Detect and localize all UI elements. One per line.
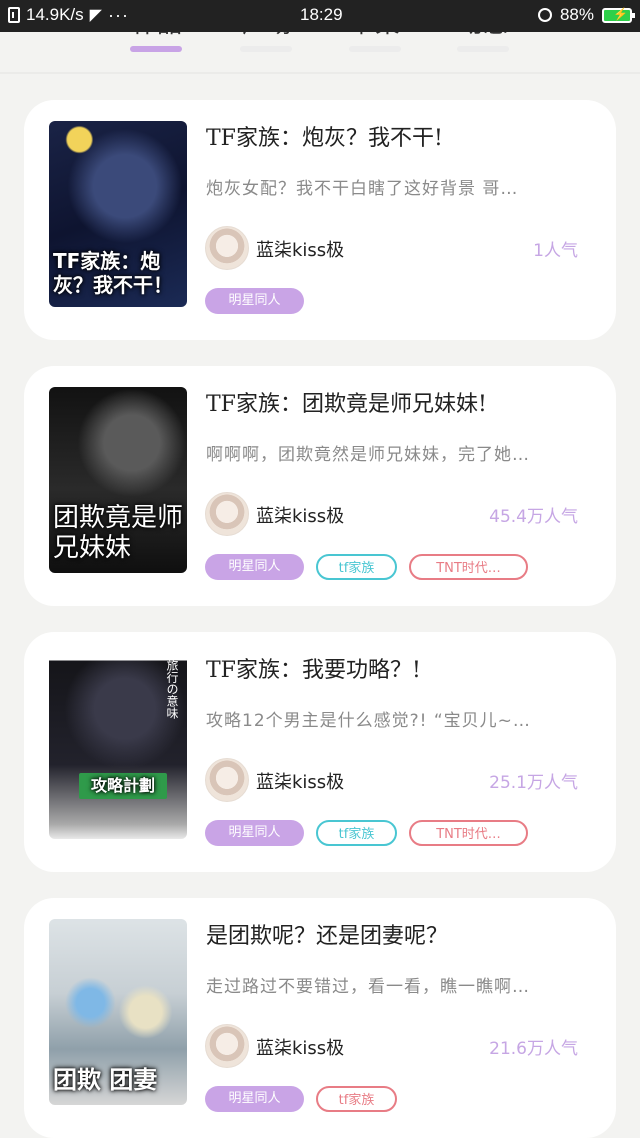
author-avatar[interactable] xyxy=(205,758,249,802)
tab-indicator xyxy=(457,46,509,52)
tag-list: 明星同人 tf家族 TNT时代… xyxy=(205,554,528,580)
author-name[interactable]: 蓝柒kiss极 xyxy=(256,236,344,262)
book-description: 啊啊啊，团欺竟然是师兄妹妹，完了她… xyxy=(206,445,530,465)
sim-icon xyxy=(8,7,20,23)
book-description: 炮灰女配？我不干白瞎了这好背景 哥… xyxy=(206,179,519,199)
cover-title: TF家族：炮灰？我不干！ xyxy=(53,249,173,297)
popularity: 21.6万人气 xyxy=(489,1039,578,1059)
clock: 18:29 xyxy=(300,5,343,24)
author-avatar[interactable] xyxy=(205,492,249,536)
book-cover[interactable]: TF家族：炮灰？我不干！ xyxy=(49,121,187,307)
battery-icon: ⚡ xyxy=(602,7,635,23)
book-title[interactable]: TF家族：我要功略？! xyxy=(206,652,596,684)
cover-side-text: 旅行の意味 xyxy=(165,659,179,719)
tab-indicator-active xyxy=(130,46,182,52)
tag-list: 明星同人 tf家族 xyxy=(205,1086,397,1112)
author-avatar[interactable] xyxy=(205,1024,249,1068)
tag[interactable]: 明星同人 xyxy=(205,1086,304,1112)
more-dots-icon: ··· xyxy=(107,5,129,25)
book-title[interactable]: 是团欺呢？还是团妻呢？ xyxy=(206,918,596,950)
author-name[interactable]: 蓝柒kiss极 xyxy=(256,1034,344,1060)
tag[interactable]: tf家族 xyxy=(316,554,397,580)
header-divider xyxy=(0,72,640,74)
book-card[interactable]: TF家族：炮灰？我不干！ TF家族：炮灰？我不干! 炮灰女配？我不干白瞎了这好背… xyxy=(24,100,616,340)
tag[interactable]: 明星同人 xyxy=(205,820,304,846)
tag[interactable]: 明星同人 xyxy=(205,288,304,314)
popularity: 25.1万人气 xyxy=(489,773,578,793)
book-description: 走过路过不要错过，看一看，瞧一瞧啊… xyxy=(206,977,530,997)
status-bar: 14.9K/s ◤ ··· 18:29 88% ⚡ xyxy=(0,0,640,32)
book-cover[interactable]: 旅行の意味 攻略計劃 xyxy=(49,653,187,839)
book-title[interactable]: TF家族：团欺竟是师兄妹妹! xyxy=(206,386,596,418)
wifi-icon: ◤ xyxy=(89,7,102,24)
popularity: 45.4万人气 xyxy=(489,507,578,527)
book-card[interactable]: 旅行の意味 攻略計劃 TF家族：我要功略？! 攻略12个男主是什么感觉?! “宝… xyxy=(24,632,616,872)
book-cover[interactable]: 团欺竟是师兄妹妹 xyxy=(49,387,187,573)
tag[interactable]: TNT时代… xyxy=(409,820,528,846)
popularity: 1人气 xyxy=(533,241,578,261)
tab-indicator xyxy=(240,46,292,52)
tag[interactable]: TNT时代… xyxy=(409,554,528,580)
tag[interactable]: tf家族 xyxy=(316,820,397,846)
tag[interactable]: tf家族 xyxy=(316,1086,397,1112)
author-name[interactable]: 蓝柒kiss极 xyxy=(256,502,344,528)
tag[interactable]: 明星同人 xyxy=(205,554,304,580)
alarm-icon xyxy=(537,8,552,22)
tab-indicator xyxy=(349,46,401,52)
tag-list: 明星同人 tf家族 TNT时代… xyxy=(205,820,528,846)
tag-list: 明星同人 xyxy=(205,288,304,314)
book-title[interactable]: TF家族：炮灰？我不干! xyxy=(206,120,596,152)
author-avatar[interactable] xyxy=(205,226,249,270)
cover-title: 团欺 团妻 xyxy=(53,1066,158,1094)
cover-title: 攻略計劃 xyxy=(79,773,167,799)
book-card[interactable]: 团欺 团妻 是团欺呢？还是团妻呢？ 走过路过不要错过，看一看，瞧一瞧啊… 蓝柒k… xyxy=(24,898,616,1138)
network-speed: 14.9K/s xyxy=(26,5,84,24)
book-cover[interactable]: 团欺 团妻 xyxy=(49,919,187,1105)
cover-title: 团欺竟是师兄妹妹 xyxy=(53,503,184,563)
author-name[interactable]: 蓝柒kiss极 xyxy=(256,768,344,794)
book-description: 攻略12个男主是什么感觉?! “宝贝儿~… xyxy=(206,711,531,731)
book-card[interactable]: 团欺竟是师兄妹妹 TF家族：团欺竟是师兄妹妹! 啊啊啊，团欺竟然是师兄妹妹，完了… xyxy=(24,366,616,606)
battery-percent: 88% xyxy=(559,5,594,24)
